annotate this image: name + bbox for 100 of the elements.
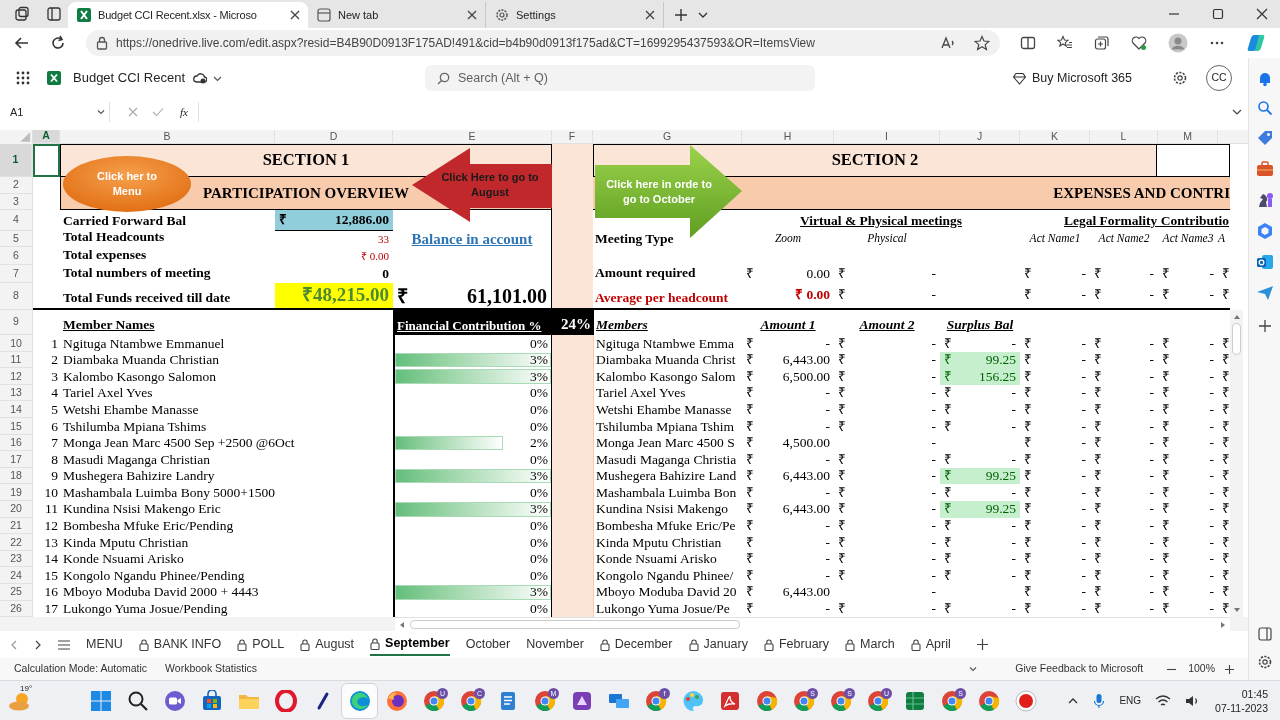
currency-symbol: ₹: [397, 283, 408, 309]
previous-sheet-icon[interactable]: [10, 639, 18, 650]
next-sheet-icon[interactable]: [34, 639, 42, 650]
name-box[interactable]: A1: [6, 102, 110, 122]
row-header[interactable]: 9: [0, 310, 33, 335]
row-header[interactable]: 14: [0, 401, 33, 418]
column-header[interactable]: A: [33, 130, 60, 144]
menu-icon[interactable]: [58, 639, 70, 650]
member-name: Tariel Axel Yves: [593, 384, 742, 402]
chevron-down-icon[interactable]: [969, 665, 978, 673]
row-header[interactable]: 8: [0, 283, 33, 310]
sheet-tab[interactable]: October: [465, 633, 511, 656]
document-title[interactable]: Budget CCI Recent: [73, 68, 185, 88]
language-indicator[interactable]: ENG: [1119, 693, 1142, 708]
column-header[interactable]: M: [1158, 130, 1218, 144]
workspaces-icon[interactable]: [14, 6, 30, 22]
row-header[interactable]: 1: [0, 144, 33, 177]
row-header[interactable]: 17: [0, 451, 33, 468]
office-icon[interactable]: [1255, 222, 1274, 240]
maximize-icon[interactable]: [1212, 8, 1224, 20]
function-label[interactable]: fx: [180, 103, 188, 121]
close-icon[interactable]: [1256, 8, 1268, 20]
currency-symbol: ₹: [944, 402, 952, 417]
refresh-icon[interactable]: [50, 35, 66, 51]
sheet-tab[interactable]: November: [526, 633, 584, 656]
browser-tab[interactable]: Budget CCI Recent.xlsx - Microso: [68, 2, 308, 28]
collections-icon[interactable]: [1094, 35, 1110, 51]
scrollbar-thumb[interactable]: [410, 620, 740, 629]
excel-icon: [76, 7, 92, 23]
row-header[interactable]: 7: [0, 265, 33, 283]
feedback-link[interactable]: Give Feedback to Microsoft: [1015, 661, 1144, 677]
address-field[interactable]: https://onedrive.live.com/edit.aspx?resid=B4B90D0913F175AD!491&cid=b4b90d0913f175ad&CT=1699295437593&OR=ItemsView: [86, 30, 1000, 56]
tab-actions-icon[interactable]: [46, 6, 62, 22]
row-header[interactable]: 24: [0, 567, 33, 584]
send-icon[interactable]: [1255, 284, 1274, 302]
clock-time[interactable]: 01:45: [1241, 686, 1268, 701]
plus-icon[interactable]: [1257, 319, 1272, 333]
status-item[interactable]: Workbook Statistics: [165, 661, 258, 677]
close-icon[interactable]: [645, 10, 655, 20]
row-header[interactable]: 10: [0, 335, 33, 352]
row-header[interactable]: 4: [0, 210, 33, 231]
cell-cursor[interactable]: [33, 144, 60, 177]
star-icon[interactable]: [974, 35, 990, 51]
briefcase-icon[interactable]: [1255, 160, 1274, 178]
sheet-tab[interactable]: April: [910, 633, 951, 656]
read-aloud-icon[interactable]: [940, 35, 956, 51]
currency-symbol: ₹: [1024, 353, 1032, 367]
row-header[interactable]: 2: [0, 177, 33, 194]
sheet-tab[interactable]: December: [599, 633, 673, 656]
sheet-tab[interactable]: MENU: [86, 633, 123, 656]
sheet-tab[interactable]: BANK INFO: [138, 633, 222, 656]
back-icon[interactable]: [14, 35, 30, 51]
zoom-in-icon[interactable]: [1225, 664, 1234, 674]
section-title: SECTION 2: [593, 144, 1157, 177]
sheet-tab[interactable]: August: [300, 633, 355, 656]
chevron-down-icon[interactable]: [698, 10, 708, 20]
vertical-scrollbar[interactable]: [1230, 310, 1243, 617]
currency-symbol: ₹: [746, 264, 754, 283]
row-header[interactable]: 12: [0, 368, 33, 385]
panel-icon[interactable]: [1257, 627, 1272, 641]
profile-icon[interactable]: [1168, 33, 1188, 53]
close-icon[interactable]: [290, 10, 300, 20]
status-item[interactable]: Calculation Mode: Automatic: [14, 661, 148, 677]
buy-link[interactable]: Buy Microsoft 365: [1012, 68, 1132, 88]
favorites-icon[interactable]: [1057, 35, 1073, 51]
copilot-icon[interactable]: [1246, 33, 1266, 53]
add-sheet-icon[interactable]: [976, 639, 988, 650]
sheet-tab[interactable]: January: [688, 633, 748, 656]
settings-icon[interactable]: [1172, 70, 1188, 86]
outlook-icon[interactable]: [1255, 253, 1274, 271]
heart-icon[interactable]: [1131, 35, 1147, 51]
search-icon[interactable]: [1256, 100, 1273, 116]
cell-value: -: [825, 602, 830, 616]
plus-icon[interactable]: [674, 8, 688, 22]
horizontal-scrollbar[interactable]: [395, 617, 1230, 631]
check-icon[interactable]: [152, 107, 164, 117]
search-field[interactable]: Search (Alt + Q): [425, 65, 815, 91]
wifi-icon[interactable]: [1155, 693, 1172, 708]
sheet-tab[interactable]: September: [370, 633, 450, 656]
currency-symbol: ₹: [838, 535, 846, 550]
sheet-tab[interactable]: February: [764, 633, 829, 656]
row-header[interactable]: 22: [0, 534, 33, 551]
weather-widget[interactable]: 19°: [0, 682, 40, 719]
app-launcher-icon[interactable]: [16, 71, 30, 85]
scrollbar-thumb[interactable]: [1232, 323, 1241, 355]
row-header[interactable]: 19: [0, 484, 33, 501]
row-header[interactable]: 3: [0, 194, 33, 210]
row-header[interactable]: 5: [0, 231, 33, 247]
percent-value: 3%: [530, 585, 548, 599]
zoom-level[interactable]: 100%: [1188, 661, 1215, 677]
sheet-tab[interactable]: March: [845, 633, 895, 656]
currency-symbol: ₹: [746, 585, 754, 599]
close-icon[interactable]: [467, 10, 477, 20]
split-screen-icon[interactable]: [1020, 35, 1036, 51]
chevron-down-icon[interactable]: [1232, 107, 1242, 117]
clock-date[interactable]: 07-11-2023: [1215, 700, 1268, 715]
sheet-tab[interactable]: POLL: [237, 633, 285, 656]
microphone-icon[interactable]: [1093, 692, 1106, 709]
row-header[interactable]: 6: [0, 247, 33, 265]
settings-icon[interactable]: [1256, 654, 1273, 670]
